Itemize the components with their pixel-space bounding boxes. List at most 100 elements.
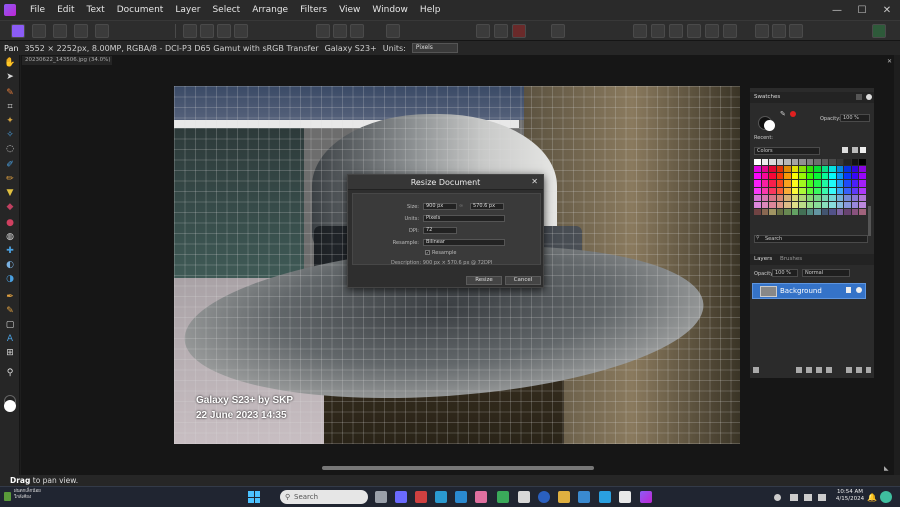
color-swatch[interactable] xyxy=(769,159,776,166)
flood-select-icon[interactable]: ✧ xyxy=(4,129,16,141)
color-swatch[interactable] xyxy=(821,180,829,187)
brushes-tab[interactable]: Brushes xyxy=(780,256,802,262)
remote-app-icon[interactable] xyxy=(599,491,611,503)
selection-brush-icon[interactable]: ✦ xyxy=(4,115,16,127)
color-swatch[interactable] xyxy=(814,201,821,208)
blur-tool-icon[interactable]: ◐ xyxy=(4,259,16,271)
color-swatch[interactable] xyxy=(806,187,814,194)
width-field[interactable]: 900 px xyxy=(423,203,457,210)
duplicate-layer-icon[interactable] xyxy=(856,367,862,373)
color-swatch[interactable] xyxy=(776,173,784,180)
task-view-icon[interactable] xyxy=(375,491,387,503)
store-app-icon[interactable] xyxy=(475,491,487,503)
dialog-close-icon[interactable]: ✕ xyxy=(531,177,538,186)
color-swatch[interactable] xyxy=(769,194,776,201)
color-swatch[interactable] xyxy=(806,180,814,187)
color-swatch[interactable] xyxy=(851,187,859,194)
swatch-view-icon[interactable] xyxy=(860,147,866,153)
color-swatch[interactable] xyxy=(829,187,836,194)
color-swatch[interactable] xyxy=(791,166,799,173)
arrange-icon[interactable] xyxy=(755,24,769,38)
color-swatch[interactable] xyxy=(806,208,814,215)
auto-colors-icon[interactable] xyxy=(217,24,231,38)
color-swatch[interactable] xyxy=(859,208,866,215)
edge-browser-icon[interactable] xyxy=(435,491,447,503)
color-swatch[interactable] xyxy=(829,201,836,208)
resize-button[interactable]: Resize xyxy=(466,276,502,285)
shape-tool-icon[interactable]: ▢ xyxy=(4,319,16,331)
color-swatch[interactable] xyxy=(784,187,791,194)
primary-color-icon[interactable] xyxy=(4,400,16,412)
layer-effects-icon[interactable] xyxy=(753,367,759,373)
color-swatch[interactable] xyxy=(754,208,761,215)
color-swatch[interactable] xyxy=(791,173,799,180)
color-swatch[interactable] xyxy=(844,180,851,187)
panel-close-icon[interactable] xyxy=(866,94,872,100)
mesh-warp-tool-icon[interactable]: ⊞ xyxy=(4,347,16,359)
zoom-tool-icon[interactable]: ⚲ xyxy=(4,367,16,379)
messenger-app-icon[interactable] xyxy=(497,491,509,503)
menu-select[interactable]: Select xyxy=(206,5,246,15)
color-swatch[interactable] xyxy=(776,208,784,215)
menu-arrange[interactable]: Arrange xyxy=(246,5,294,15)
color-swatch[interactable] xyxy=(806,201,814,208)
color-swatch[interactable] xyxy=(859,187,866,194)
color-swatch[interactable] xyxy=(769,180,776,187)
menu-text[interactable]: Text xyxy=(81,5,111,15)
volume-icon[interactable] xyxy=(818,494,826,501)
color-swatch[interactable] xyxy=(776,187,784,194)
color-swatch[interactable] xyxy=(784,201,791,208)
color-picker-icon[interactable] xyxy=(551,24,565,38)
invert-selection-icon[interactable] xyxy=(350,24,364,38)
color-swatch[interactable] xyxy=(851,159,859,166)
windows-start-icon[interactable] xyxy=(248,491,260,503)
color-swatch[interactable] xyxy=(851,166,859,173)
battery-icon[interactable] xyxy=(804,494,812,501)
color-swatch[interactable] xyxy=(776,166,784,173)
snapping-icon[interactable] xyxy=(476,24,490,38)
color-swatch[interactable] xyxy=(836,166,844,173)
node-tool-icon[interactable]: ✎ xyxy=(4,305,16,317)
color-swatch[interactable] xyxy=(851,208,859,215)
liquify-persona-icon[interactable] xyxy=(32,24,46,38)
color-swatch[interactable] xyxy=(829,180,836,187)
palette-dropdown[interactable]: Colors xyxy=(754,147,820,155)
color-swatch[interactable] xyxy=(806,159,814,166)
layer-visibility-icon[interactable] xyxy=(856,287,862,293)
color-swatch[interactable] xyxy=(791,194,799,201)
units-dropdown[interactable]: Pixels xyxy=(423,215,505,222)
weather-icon[interactable] xyxy=(4,492,11,501)
color-swatch[interactable] xyxy=(791,201,799,208)
align-left-icon[interactable] xyxy=(633,24,647,38)
color-swatch[interactable] xyxy=(799,208,806,215)
color-swatch[interactable] xyxy=(769,166,776,173)
media-app-icon[interactable] xyxy=(415,491,427,503)
align-right-icon[interactable] xyxy=(669,24,683,38)
dpi-field[interactable]: 72 xyxy=(423,227,457,234)
color-swatch[interactable] xyxy=(859,194,866,201)
distribute-icon[interactable] xyxy=(687,24,701,38)
color-swatch[interactable] xyxy=(844,159,851,166)
menu-filters[interactable]: Filters xyxy=(294,5,333,15)
color-swatch[interactable] xyxy=(806,166,814,173)
color-swatch[interactable] xyxy=(844,208,851,215)
move-tool-icon[interactable]: ➤ xyxy=(4,71,16,83)
color-swatch[interactable] xyxy=(784,166,791,173)
color-swatch[interactable] xyxy=(836,159,844,166)
weather-widget[interactable]: ฝนตกเล็กน้อย ใกล้เคียง xyxy=(14,489,41,501)
swatch-search-input[interactable]: Search xyxy=(754,235,868,243)
menu-window[interactable]: Window xyxy=(366,5,414,15)
color-swatch[interactable] xyxy=(814,194,821,201)
color-swatch[interactable] xyxy=(799,173,806,180)
add-pixel-layer-icon[interactable] xyxy=(796,367,802,373)
color-swatch[interactable] xyxy=(821,208,829,215)
color-swatch[interactable] xyxy=(814,159,821,166)
layers-tab[interactable]: Layers xyxy=(754,256,772,262)
selection-icon[interactable] xyxy=(316,24,330,38)
units-dropdown[interactable]: Pixels xyxy=(411,43,458,53)
color-swatch[interactable] xyxy=(814,187,821,194)
globe-app-icon[interactable] xyxy=(538,491,550,503)
color-swatch[interactable] xyxy=(844,166,851,173)
tone-mapping-persona-icon[interactable] xyxy=(74,24,88,38)
dodge-tool-icon[interactable]: ● xyxy=(4,217,16,229)
